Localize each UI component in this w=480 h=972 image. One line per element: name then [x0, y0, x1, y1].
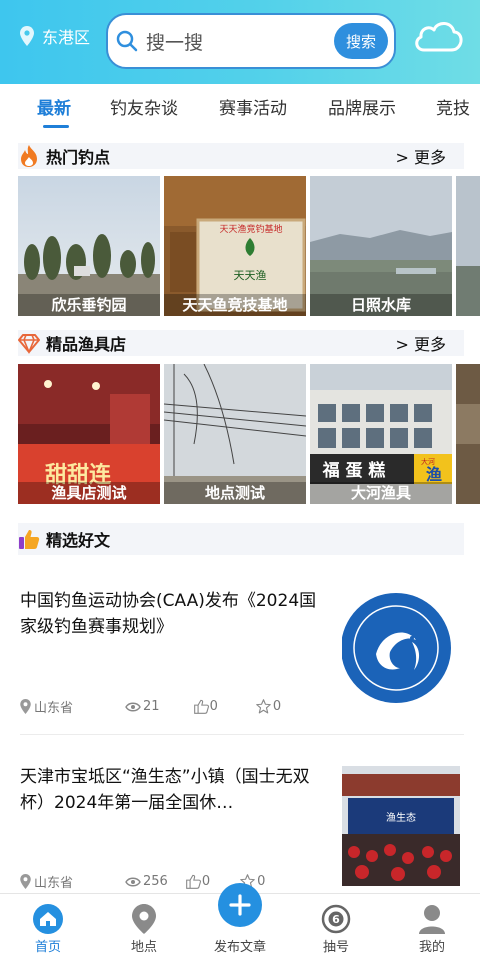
top-header: 东港区 搜一搜 搜索: [0, 0, 480, 84]
article-thumbnail[interactable]: 渔生态: [342, 766, 460, 886]
articles-header: 精选好文: [18, 523, 464, 555]
nav-places-label: 地点: [130, 940, 157, 955]
shop-card[interactable]: 地点测试: [164, 364, 306, 504]
spot-card[interactable]: [456, 176, 480, 316]
active-tab-indicator: [43, 125, 69, 128]
hot-spots-title: 热门钓点: [46, 148, 111, 167]
location-selector[interactable]: 东港区: [20, 24, 90, 48]
search-input[interactable]: 搜一搜: [146, 28, 203, 55]
like-icon[interactable]: [193, 699, 209, 714]
event-backdrop-text: 渔生态: [386, 811, 416, 824]
diamond-icon: [18, 334, 40, 354]
spot-card[interactable]: 天天渔 天天渔竞钓基地 天天鱼竞技基地: [164, 176, 306, 316]
chevron-right-icon: >: [395, 335, 409, 354]
article-title[interactable]: 中国钓鱼运动协会(CAA)发布《2024国家级钓鱼赛事规划》: [20, 588, 324, 640]
more-label: 更多: [413, 335, 446, 354]
shop-card[interactable]: [456, 364, 480, 504]
shop-card[interactable]: 福 蛋 糕 大河 渔 大河渔具: [310, 364, 452, 504]
lottery-ball-icon: 6: [321, 904, 351, 934]
map-pin-icon: [132, 904, 156, 934]
home-icon: [33, 904, 63, 934]
view-count: 256: [143, 874, 168, 889]
sign-board-brand: 天天渔: [234, 269, 267, 282]
star-icon[interactable]: [256, 699, 271, 714]
nav-home-label: 首页: [34, 940, 61, 955]
nav-publish-label: 发布文章: [213, 940, 266, 955]
svg-text:6: 6: [332, 913, 340, 926]
angling-association-logo: [342, 593, 451, 703]
search-button[interactable]: 搜索: [334, 23, 388, 59]
more-label: 更多: [413, 148, 446, 167]
shop-photo: [456, 364, 480, 504]
thumbs-up-icon: [19, 530, 40, 549]
spot-card[interactable]: 欣乐垂钓园: [18, 176, 160, 316]
tackle-shops-title: 精品渔具店: [46, 335, 127, 354]
spot-photo: [456, 176, 480, 316]
favorite-count: 0: [272, 699, 282, 714]
spot-caption: 欣乐垂钓园: [18, 294, 160, 316]
cloud-icon[interactable]: [412, 18, 464, 54]
tab-competition[interactable]: 竞技: [436, 94, 470, 119]
like-icon[interactable]: [185, 874, 201, 889]
nav-profile-label: 我的: [418, 940, 445, 955]
eye-icon: [125, 702, 141, 711]
shop-caption: 大河渔具: [310, 482, 452, 504]
hot-spots-header: 热门钓点 > 更多: [18, 143, 464, 169]
shop-caption: 渔具店测试: [18, 482, 160, 504]
article-item[interactable]: 中国钓鱼运动协会(CAA)发布《2024国家级钓鱼赛事规划》 山东省 21 0 …: [20, 588, 466, 720]
shop-caption: 地点测试: [164, 482, 306, 504]
nav-draw-label: 抽号: [322, 940, 349, 955]
tackle-shops-header: 精品渔具店 > 更多: [18, 330, 464, 356]
article-location: 山东省: [34, 701, 74, 716]
like-count: 0: [201, 874, 211, 889]
hot-spots-more-link[interactable]: > 更多: [395, 144, 446, 168]
plus-icon: [229, 894, 251, 916]
location-pin-icon: [20, 699, 31, 714]
view-count: 21: [143, 699, 160, 714]
event-photo: 渔生态: [342, 766, 460, 886]
article-meta: 山东省 21 0 0: [20, 697, 281, 716]
article-thumbnail[interactable]: [342, 588, 460, 708]
search-bar[interactable]: 搜一搜 搜索: [106, 13, 396, 69]
tab-latest[interactable]: 最新: [37, 94, 71, 119]
article-title[interactable]: 天津市宝坻区“渔生态”小镇（国士无双杯）2024年第一届全国休…: [20, 764, 324, 816]
location-label: 东港区: [42, 28, 91, 47]
hot-spots-carousel[interactable]: 欣乐垂钓园 天天渔 天天渔竞钓基地 天天鱼竞技基地 日照水库: [18, 176, 480, 316]
search-icon: [116, 30, 138, 52]
location-pin-icon: [20, 874, 31, 889]
favorite-count: 0: [257, 874, 266, 889]
category-tabs: 最新 钓友杂谈 赛事活动 品牌展示 竞技: [0, 84, 480, 128]
sign-board-line: 天天渔竞钓基地: [219, 223, 282, 235]
publish-article-button[interactable]: [218, 883, 262, 927]
article-divider: [20, 734, 464, 735]
shop-card[interactable]: 甜甜连 渔具店测试: [18, 364, 160, 504]
article-item[interactable]: 天津市宝坻区“渔生态”小镇（国士无双杯）2024年第一届全国休… 山东省 256…: [20, 764, 466, 891]
location-pin-icon: [20, 26, 34, 46]
spot-card[interactable]: 日照水库: [310, 176, 452, 316]
spot-caption: 天天鱼竞技基地: [164, 294, 306, 316]
tackle-shops-more-link[interactable]: > 更多: [395, 331, 446, 355]
tab-brands[interactable]: 品牌展示: [328, 94, 396, 119]
store-sign-text: 福 蛋 糕: [322, 460, 386, 481]
tab-events[interactable]: 赛事活动: [219, 94, 287, 119]
tackle-shops-carousel[interactable]: 甜甜连 渔具店测试 地点测试 福 蛋 糕 大河 渔 大河渔具: [18, 364, 480, 504]
chevron-right-icon: >: [395, 148, 409, 167]
user-icon: [419, 905, 445, 934]
like-count: 0: [209, 699, 218, 714]
articles-title: 精选好文: [46, 531, 111, 550]
article-location: 山东省: [34, 876, 74, 891]
eye-icon: [125, 877, 141, 886]
spot-caption: 日照水库: [310, 294, 452, 316]
tab-angler-talk[interactable]: 钓友杂谈: [110, 94, 178, 119]
fire-icon: [21, 145, 37, 167]
